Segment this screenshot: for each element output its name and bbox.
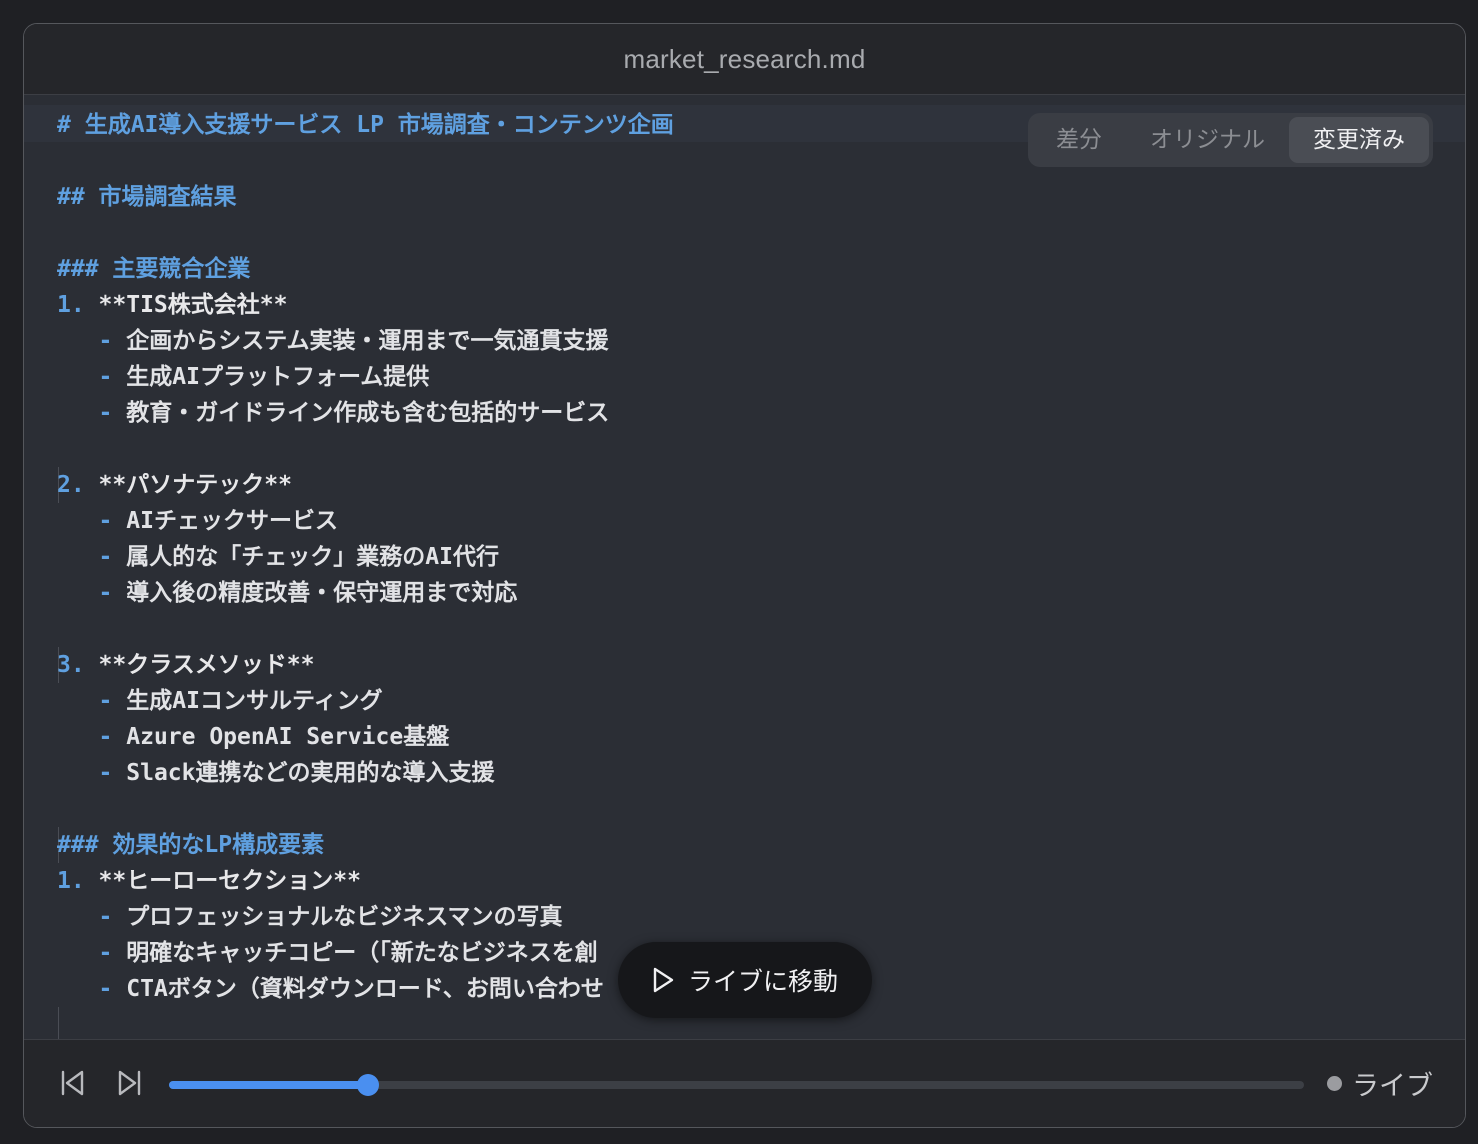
view-mode-toggle: 差分 オリジナル 変更済み [1028, 113, 1433, 167]
list-number: 3. [57, 652, 99, 678]
line-text: 企画からシステム実装・運用まで一気通貫支援 [126, 328, 609, 354]
bold-text: **クラスメソッド** [98, 652, 315, 678]
line-text: 明確なキャッチコピー（「新たなビジネスを創 [126, 940, 598, 966]
window-title: market_research.md [623, 43, 866, 74]
go-live-button[interactable]: ライブに移動 [618, 942, 872, 1018]
line-text: 生成AIプラットフォーム提供 [126, 364, 430, 390]
heading-text: # 生成AI導入支援サービス LP 市場調査・コンテンツ企画 [57, 112, 674, 138]
playback-bar: ライブ [24, 1039, 1465, 1127]
editor-line: ### 主要競合企業 [57, 251, 674, 287]
line-text: Slack連携などの実用的な導入支援 [126, 760, 495, 786]
editor-line: ## 市場調査結果 [57, 179, 674, 215]
list-bullet: - [57, 976, 127, 1002]
list-bullet: - [57, 760, 127, 786]
timeline-slider[interactable] [169, 1074, 1304, 1096]
editor-line: # 生成AI導入支援サービス LP 市場調査・コンテンツ企画 [57, 107, 674, 143]
bold-text: **ヒーローセクション** [98, 868, 361, 894]
editor-line: - Slack連携などの実用的な導入支援 [57, 755, 674, 791]
editor-line: - 属人的な「チェック」業務のAI代行 [57, 539, 674, 575]
editor-line: - プロフェッショナルなビジネスマンの写真 [57, 899, 674, 935]
editor-line: - CTAボタン（資料ダウンロード、お問い合わせ [57, 971, 674, 1007]
line-text: 生成AIコンサルティング [126, 688, 383, 714]
editor-line: - 明確なキャッチコピー（「新たなビジネスを創 [57, 935, 674, 971]
editor-line: 2. **パソナテック** [57, 467, 674, 503]
editor-line: - 生成AIコンサルティング [57, 683, 674, 719]
heading-text: ## 市場調査結果 [57, 184, 237, 210]
title-bar: market_research.md [24, 24, 1465, 95]
list-bullet: - [57, 688, 127, 714]
list-bullet: - [57, 544, 127, 570]
list-bullet: - [57, 328, 127, 354]
line-text: 属人的な「チェック」業務のAI代行 [126, 544, 499, 570]
editor-line: - 導入後の精度改善・保守運用まで対応 [57, 575, 674, 611]
line-text: AIチェックサービス [126, 508, 338, 534]
editor-line: 1. **TIS株式会社** [57, 287, 674, 323]
timeline-progress [169, 1081, 368, 1089]
play-icon [653, 967, 674, 993]
line-text: 導入後の精度改善・保守運用まで対応 [126, 580, 518, 606]
list-bullet: - [57, 724, 127, 750]
skip-forward-icon[interactable] [114, 1068, 144, 1098]
editor-window: market_research.md # 生成AI導入支援サービス LP 市場調… [23, 23, 1466, 1128]
editor-line [57, 791, 674, 827]
bold-text: **パソナテック** [98, 472, 292, 498]
list-number: 1. [57, 292, 99, 318]
list-bullet: - [57, 580, 127, 606]
bold-text: **TIS株式会社** [98, 292, 288, 318]
editor-line: - 生成AIプラットフォーム提供 [57, 359, 674, 395]
editor-line: - AIチェックサービス [57, 503, 674, 539]
document-lines: # 生成AI導入支援サービス LP 市場調査・コンテンツ企画 ## 市場調査結果… [57, 107, 674, 1039]
live-label: ライブ [1352, 1071, 1433, 1102]
go-live-label: ライブに移動 [687, 967, 838, 996]
line-text: Azure OpenAI Service基盤 [126, 724, 450, 750]
live-status: ライブ [1327, 1064, 1433, 1103]
heading-text: ### 主要競合企業 [57, 256, 251, 282]
editor-line: 3. **クラスメソッド** [57, 647, 674, 683]
skip-back-icon[interactable] [58, 1068, 88, 1098]
heading-text: ### 効果的なLP構成要素 [57, 832, 325, 858]
list-bullet: - [57, 940, 127, 966]
timeline-thumb[interactable] [356, 1074, 379, 1096]
editor-line: - Azure OpenAI Service基盤 [57, 719, 674, 755]
list-bullet: - [57, 508, 127, 534]
line-text: CTAボタン（資料ダウンロード、お問い合わせ [126, 976, 604, 1002]
line-text: 教育・ガイドライン作成も含む包括的サービス [126, 400, 610, 426]
markdown-editor[interactable]: # 生成AI導入支援サービス LP 市場調査・コンテンツ企画 ## 市場調査結果… [24, 95, 1465, 1039]
editor-line: - 企画からシステム実装・運用まで一気通貫支援 [57, 323, 674, 359]
editor-line [57, 611, 674, 647]
editor-line: ### 効果的なLP構成要素 [57, 827, 674, 863]
editor-line: - 教育・ガイドライン作成も含む包括的サービス [57, 395, 674, 431]
editor-line [57, 431, 674, 467]
editor-line: 1. **ヒーローセクション** [57, 863, 674, 899]
view-option-modified[interactable]: 変更済み [1289, 117, 1429, 163]
list-bullet: - [57, 400, 127, 426]
editor-line [57, 143, 674, 179]
line-text: プロフェッショナルなビジネスマンの写真 [126, 904, 563, 930]
list-bullet: - [57, 904, 127, 930]
view-option-original[interactable]: オリジナル [1126, 117, 1289, 163]
list-number: 2. [57, 472, 99, 498]
view-option-diff[interactable]: 差分 [1032, 117, 1126, 163]
editor-line [57, 215, 674, 251]
list-number: 1. [57, 868, 99, 894]
live-indicator-dot [1327, 1076, 1342, 1091]
editor-line [57, 1007, 674, 1039]
list-bullet: - [57, 364, 127, 390]
